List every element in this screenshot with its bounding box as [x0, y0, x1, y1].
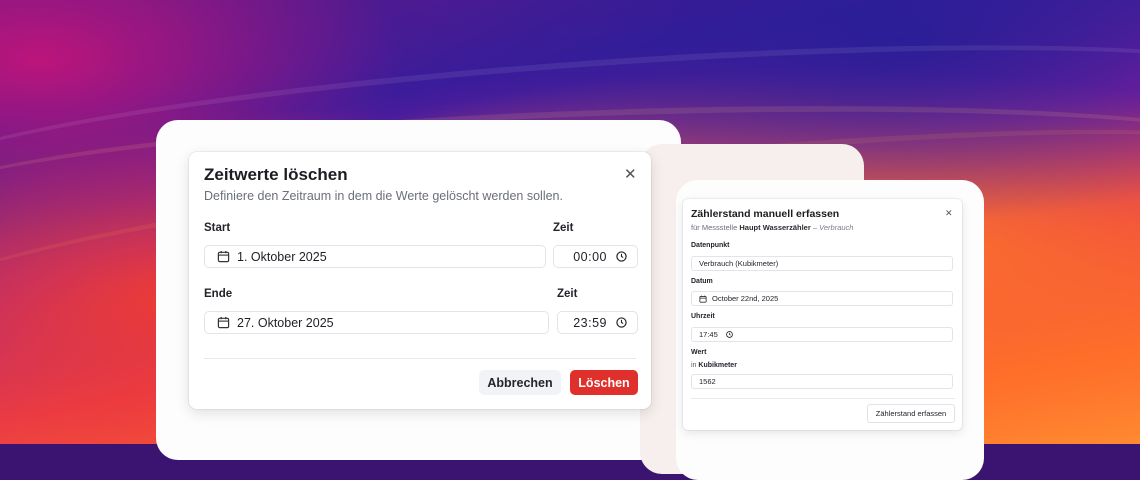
date-value: October 22nd, 2025 [712, 294, 779, 303]
meter-name: Haupt Wasserzähler [739, 223, 811, 232]
start-time-value: 00:00 [573, 249, 607, 264]
clock-icon [616, 317, 627, 328]
subtitle-prefix: für Messstelle [691, 223, 738, 232]
date-label: Datum [691, 278, 713, 285]
start-label: Start [204, 222, 231, 234]
datapoint-label: Datenpunkt [691, 242, 730, 249]
value-text: 1562 [699, 377, 716, 386]
manual-meter-reading-dialog: Zählerstand manuell erfassen für Messste… [683, 199, 962, 430]
time-label: Uhrzeit [691, 313, 715, 320]
meter-kind: Verbrauch [819, 223, 854, 232]
dialog-title: Zeitwerte löschen [204, 165, 348, 184]
time-value: 17:45 [699, 330, 718, 339]
calendar-icon [217, 250, 230, 263]
end-label: Ende [204, 288, 233, 300]
start-date-value: 1. Oktober 2025 [237, 249, 327, 264]
calendar-icon [217, 316, 230, 329]
divider [691, 398, 955, 399]
subtitle-separator: – [812, 223, 818, 232]
start-date-picker[interactable]: 1. Oktober 2025 [204, 245, 546, 268]
submit-reading-button[interactable]: Zählerstand erfassen [867, 404, 955, 423]
cancel-button[interactable]: Abbrechen [479, 370, 561, 395]
datapoint-select[interactable]: Verbrauch (Kubikmeter) [691, 256, 953, 271]
end-date-picker[interactable]: 27. Oktober 2025 [204, 311, 549, 334]
end-time-label: Zeit [557, 288, 578, 300]
close-icon[interactable]: ✕ [945, 209, 953, 218]
datapoint-value: Verbrauch (Kubikmeter) [699, 259, 779, 268]
divider [204, 358, 636, 359]
start-time-label: Zeit [553, 222, 574, 234]
unit-hint: in Kubikmeter [691, 362, 737, 369]
start-time-input[interactable]: 00:00 [553, 245, 638, 268]
unit-prefix: in [691, 362, 697, 369]
value-input[interactable]: 1562 [691, 374, 953, 389]
value-label: Wert [691, 349, 707, 356]
delete-values-dialog: Zeitwerte löschen Definiere den Zeitraum… [189, 152, 651, 409]
dialog-subtitle: für Messstelle Haupt Wasserzähler – Verb… [691, 223, 853, 232]
clock-icon [616, 251, 627, 262]
dialog-description: Definiere den Zeitraum in dem die Werte … [204, 189, 563, 203]
end-time-value: 23:59 [573, 315, 607, 330]
dialog-title: Zählerstand manuell erfassen [691, 208, 840, 220]
end-date-value: 27. Oktober 2025 [237, 315, 334, 330]
date-picker[interactable]: October 22nd, 2025 [691, 291, 953, 306]
delete-button[interactable]: Löschen [570, 370, 638, 395]
time-input[interactable]: 17:45 [691, 327, 953, 342]
unit-name: Kubikmeter [698, 362, 737, 369]
calendar-icon [699, 295, 707, 303]
clock-icon [725, 331, 733, 338]
end-time-input[interactable]: 23:59 [557, 311, 638, 334]
close-icon[interactable]: ✕ [624, 167, 637, 182]
